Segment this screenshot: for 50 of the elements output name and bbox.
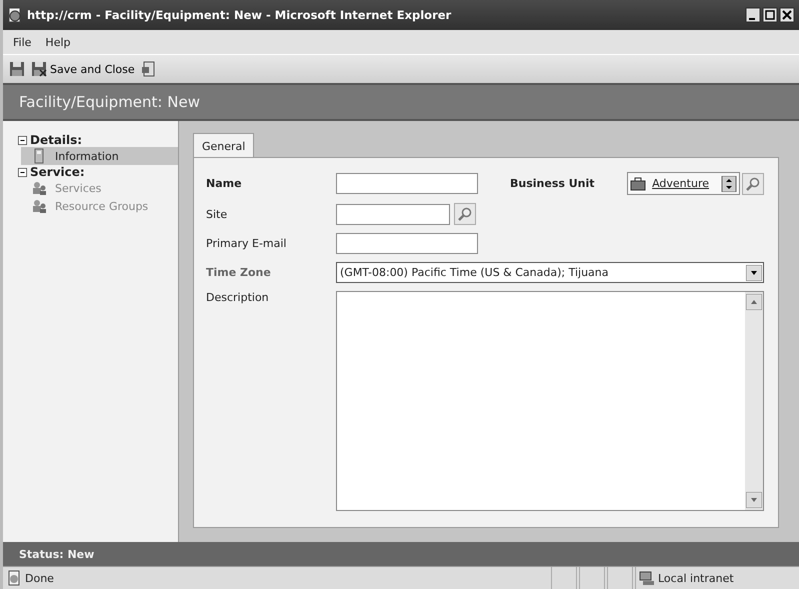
save-icon[interactable] (9, 61, 25, 77)
people-icon (31, 198, 47, 214)
field-label: Business Unit (510, 177, 595, 190)
form-title: Facility/Equipment: New (19, 93, 200, 111)
section-title: Service: (30, 165, 85, 179)
search-icon (745, 176, 761, 192)
form-status: Status: New (19, 548, 94, 560)
field-label: Time Zone (206, 266, 272, 279)
minimize-icon[interactable] (745, 7, 761, 23)
time-zone-dropdown[interactable]: (GMT-08:00) Pacific Time (US & Canada); Tijuana (336, 262, 764, 283)
status-pane (579, 567, 605, 589)
spinner-icon (721, 176, 737, 192)
input-field[interactable] (336, 204, 450, 224)
scrollbar[interactable] (745, 292, 763, 510)
zone-label: Local intranet (658, 572, 734, 584)
sidebar-item[interactable]: Information (21, 147, 178, 165)
people-icon (31, 180, 47, 196)
maximize-icon[interactable] (762, 7, 778, 23)
page-icon (6, 570, 22, 586)
lookup-button[interactable] (742, 172, 764, 194)
section-title: Details: (30, 133, 82, 147)
globe-page-icon (7, 7, 23, 23)
menu-item[interactable]: File (13, 36, 32, 48)
field-label: Description (206, 291, 270, 304)
document-icon[interactable] (140, 61, 157, 77)
save-and-close-button[interactable]: Save and Close (29, 61, 137, 77)
briefcase-icon (630, 176, 646, 192)
close-icon[interactable] (779, 7, 795, 23)
computer-icon (639, 570, 655, 586)
window-title: http://crm - Facility/Equipment: New - Microsoft Internet Explorer (27, 8, 452, 22)
status-text: Done (25, 572, 54, 584)
lookup-field[interactable]: Adventure (627, 172, 740, 195)
field-label: Name (206, 177, 243, 190)
status-pane (607, 567, 633, 589)
lookup-button[interactable] (454, 203, 476, 225)
scroll-up-icon (746, 294, 762, 310)
collapse-icon[interactable] (17, 134, 28, 146)
collapse-icon[interactable] (17, 166, 28, 178)
field-label: Site (206, 208, 228, 220)
input-field[interactable] (336, 233, 478, 254)
dropdown-arrow-icon (746, 264, 762, 280)
search-icon (457, 206, 473, 222)
tab[interactable]: General (193, 133, 254, 157)
scroll-down-icon (746, 492, 762, 508)
save-close-icon (31, 61, 47, 77)
input-field[interactable] (336, 173, 478, 194)
field-label: Primary E-mail (206, 237, 288, 250)
menu-item[interactable]: Help (45, 36, 70, 48)
status-pane (551, 567, 577, 589)
description-field[interactable] (336, 291, 764, 511)
